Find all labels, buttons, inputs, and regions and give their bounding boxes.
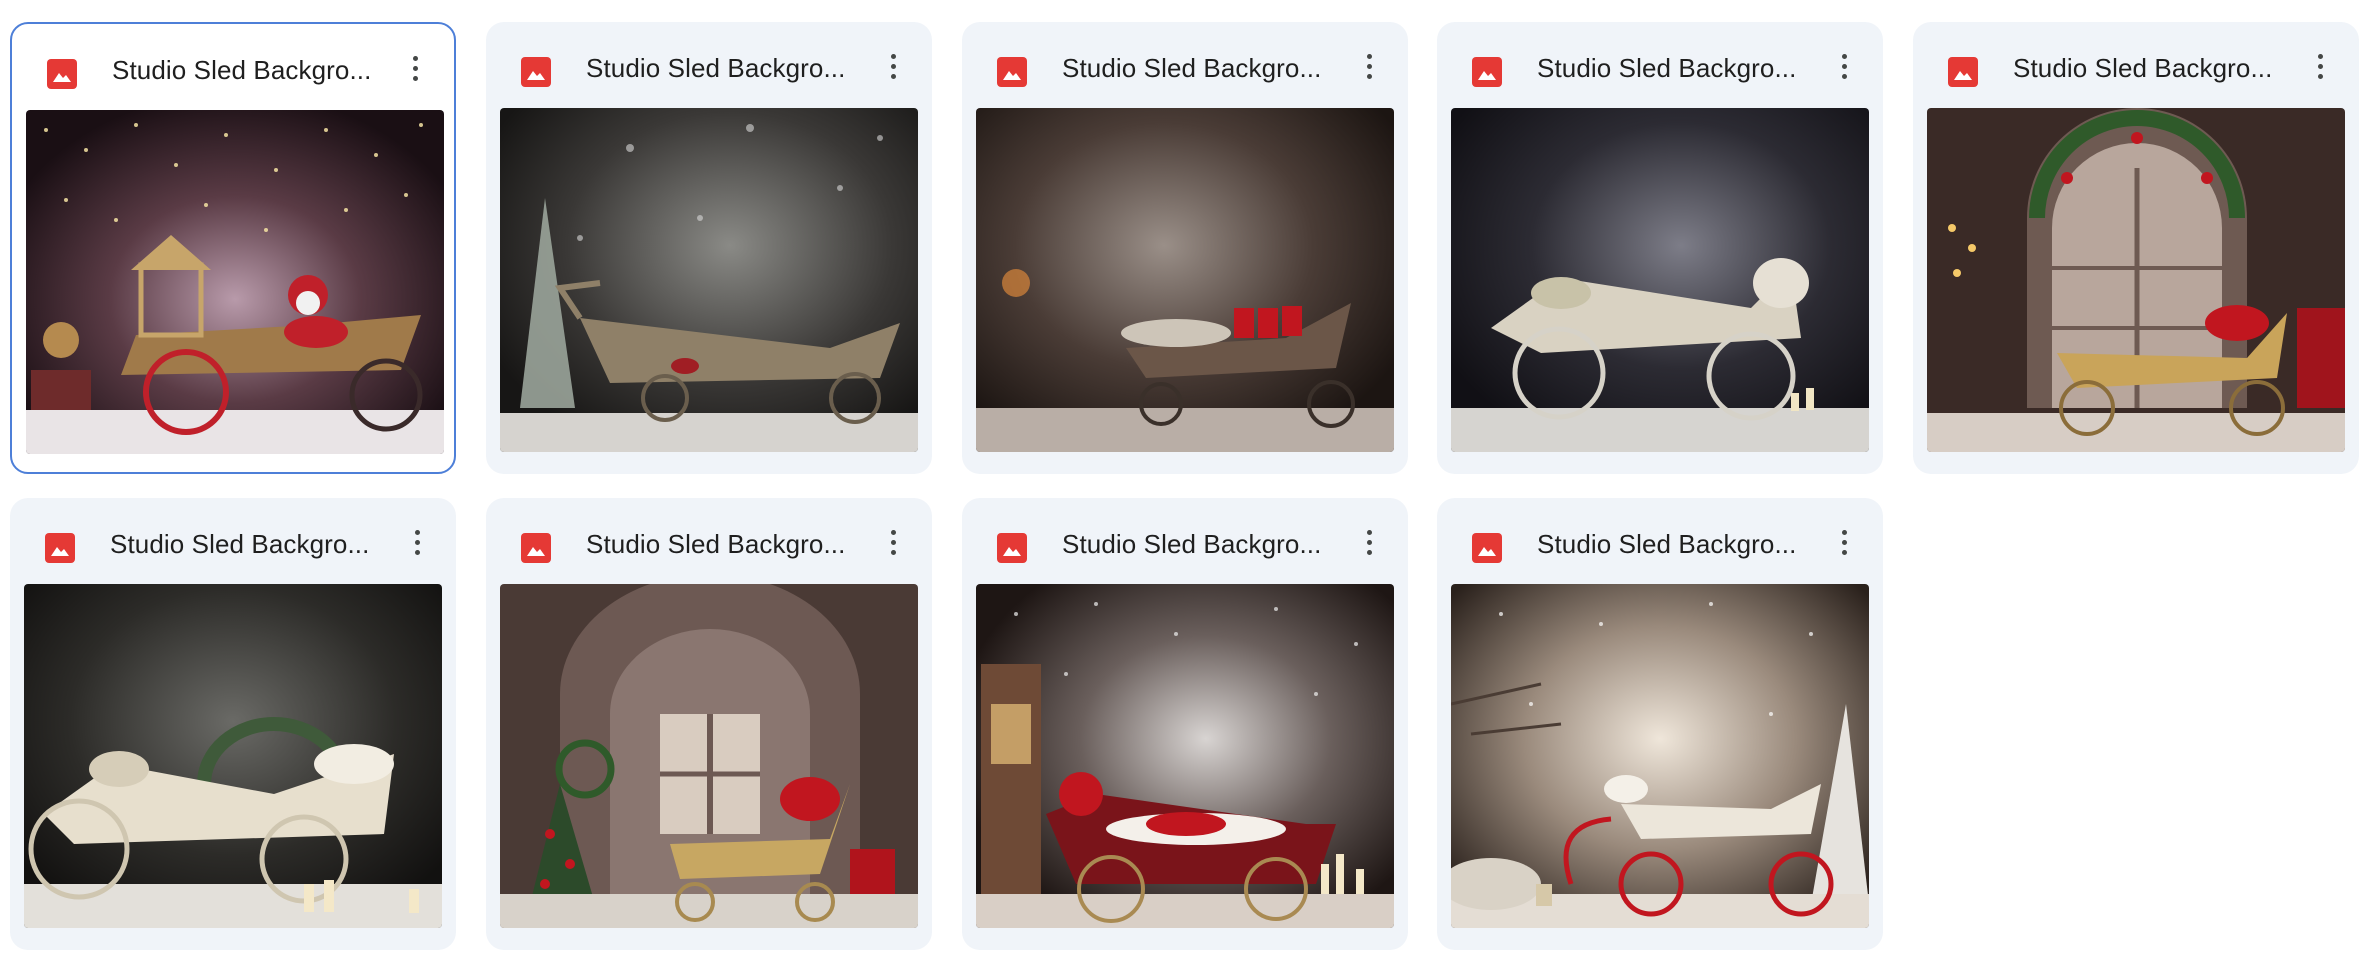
- file-card-header: Studio Sled Backgro...: [1437, 498, 1883, 586]
- more-vert-icon[interactable]: [1825, 522, 1865, 562]
- more-vert-icon[interactable]: [874, 522, 914, 562]
- file-name: Studio Sled Backgro...: [1537, 53, 1797, 83]
- file-card[interactable]: Studio Sled Backgro...: [10, 498, 456, 950]
- file-card-header: Studio Sled Backgro...: [962, 22, 1408, 110]
- file-card-header: Studio Sled Backgro...: [12, 24, 454, 112]
- file-card[interactable]: Studio Sled Backgro...: [962, 498, 1408, 950]
- file-card[interactable]: Studio Sled Backgro...: [962, 22, 1408, 474]
- image-icon: [45, 533, 75, 563]
- file-card[interactable]: Studio Sled Backgro...: [1437, 498, 1883, 950]
- file-thumbnail[interactable]: [976, 108, 1394, 452]
- file-card[interactable]: Studio Sled Backgro...: [486, 498, 932, 950]
- file-thumbnail[interactable]: [26, 110, 444, 454]
- file-card-header: Studio Sled Backgro...: [486, 22, 932, 110]
- file-name: Studio Sled Backgro...: [1062, 529, 1322, 559]
- file-thumbnail[interactable]: [1927, 108, 2345, 452]
- file-thumbnail[interactable]: [500, 108, 918, 452]
- file-card[interactable]: Studio Sled Backgro...: [486, 22, 932, 474]
- image-icon: [521, 533, 551, 563]
- file-grid: Studio Sled Backgro... Studio Sled Backg…: [0, 0, 2368, 954]
- file-card-header: Studio Sled Backgro...: [1913, 22, 2359, 110]
- file-card-header: Studio Sled Backgro...: [486, 498, 932, 586]
- image-icon: [1948, 57, 1978, 87]
- file-thumbnail[interactable]: [1451, 108, 1869, 452]
- more-vert-icon[interactable]: [874, 46, 914, 86]
- file-card[interactable]: Studio Sled Backgro...: [1437, 22, 1883, 474]
- file-name: Studio Sled Backgro...: [1537, 529, 1797, 559]
- file-card-header: Studio Sled Backgro...: [1437, 22, 1883, 110]
- file-thumbnail[interactable]: [24, 584, 442, 928]
- more-vert-icon[interactable]: [1350, 46, 1390, 86]
- file-card[interactable]: Studio Sled Backgro...: [10, 22, 456, 474]
- more-vert-icon[interactable]: [1350, 522, 1390, 562]
- file-name: Studio Sled Backgro...: [112, 55, 372, 85]
- image-icon: [997, 533, 1027, 563]
- image-icon: [997, 57, 1027, 87]
- more-vert-icon[interactable]: [398, 522, 438, 562]
- file-card-header: Studio Sled Backgro...: [10, 498, 456, 586]
- file-thumbnail[interactable]: [1451, 584, 1869, 928]
- image-icon: [521, 57, 551, 87]
- file-thumbnail[interactable]: [500, 584, 918, 928]
- image-icon: [1472, 533, 1502, 563]
- image-icon: [47, 59, 77, 89]
- file-name: Studio Sled Backgro...: [2013, 53, 2273, 83]
- image-icon: [1472, 57, 1502, 87]
- file-card[interactable]: Studio Sled Backgro...: [1913, 22, 2359, 474]
- file-name: Studio Sled Backgro...: [110, 529, 370, 559]
- more-vert-icon[interactable]: [396, 48, 436, 88]
- file-card-header: Studio Sled Backgro...: [962, 498, 1408, 586]
- more-vert-icon[interactable]: [2301, 46, 2341, 86]
- file-thumbnail[interactable]: [976, 584, 1394, 928]
- file-name: Studio Sled Backgro...: [586, 53, 846, 83]
- file-name: Studio Sled Backgro...: [1062, 53, 1322, 83]
- more-vert-icon[interactable]: [1825, 46, 1865, 86]
- file-name: Studio Sled Backgro...: [586, 529, 846, 559]
